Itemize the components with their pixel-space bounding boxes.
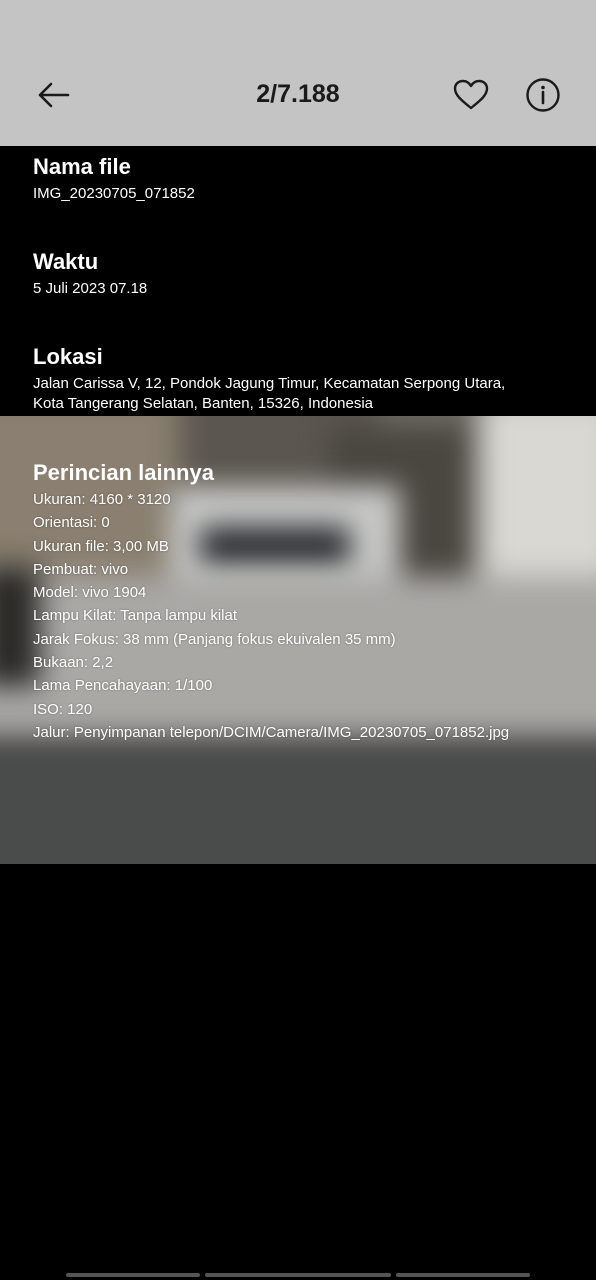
file-name-section: Nama file IMG_20230705_071852 bbox=[33, 152, 195, 204]
detail-exposure: Lama Pencahayaan: 1/100 bbox=[33, 677, 213, 695]
time-title: Waktu bbox=[33, 249, 99, 274]
detail-iso: ISO: 120 bbox=[33, 700, 93, 718]
detail-orientation: Orientasi: 0 bbox=[33, 514, 110, 532]
favorite-button[interactable] bbox=[448, 74, 494, 120]
location-title: Lokasi bbox=[33, 344, 103, 369]
more-details-title: Perincian lainnya bbox=[33, 460, 214, 485]
detail-size: Ukuran: 4160 * 3120 bbox=[33, 491, 171, 508]
time-section: Waktu 5 Juli 2023 07.18 bbox=[33, 247, 147, 299]
nav-bar-segment-right bbox=[396, 1273, 530, 1277]
detail-flash: Lampu Kilat: Tanpa lampu kilat bbox=[33, 607, 238, 625]
detail-maker: Pembuat: vivo bbox=[33, 560, 129, 578]
location-section: Lokasi Jalan Carissa V, 12, Pondok Jagun… bbox=[33, 342, 573, 414]
more-details-section: Perincian lainnya Ukuran: 4160 * 3120 Or… bbox=[33, 458, 573, 744]
file-name-title: Nama file bbox=[33, 154, 131, 179]
nav-bar-segment-left bbox=[66, 1273, 200, 1277]
detail-model: Model: vivo 1904 bbox=[33, 584, 147, 602]
detail-focal-length: Jarak Fokus: 38 mm (Panjang fokus ekuiva… bbox=[33, 630, 396, 648]
photo-details-screen: 2/7.188 Nama file IMG_20230705_071852 Wa… bbox=[0, 0, 596, 1280]
heart-outline-icon bbox=[453, 79, 489, 116]
detail-aperture: Bukaan: 2,2 bbox=[33, 654, 114, 672]
detail-path: Jalur: Penyimpanan telepon/DCIM/Camera/I… bbox=[33, 723, 510, 741]
photo-counter: 2/7.188 bbox=[256, 80, 340, 108]
info-button[interactable] bbox=[520, 74, 566, 120]
info-circle-icon bbox=[525, 77, 561, 118]
nav-bar-segment-center bbox=[205, 1273, 391, 1277]
top-app-bar: 2/7.188 bbox=[0, 0, 596, 146]
location-line-2: Kota Tangerang Selatan, Banten, 15326, I… bbox=[33, 395, 373, 412]
location-line-1: Jalan Carissa V, 12, Pondok Jagung Timur… bbox=[33, 375, 506, 392]
detail-file-size: Ukuran file: 3,00 MB bbox=[33, 537, 169, 555]
time-value: 5 Juli 2023 07.18 bbox=[33, 280, 148, 297]
file-name-value: IMG_20230705_071852 bbox=[33, 185, 195, 202]
